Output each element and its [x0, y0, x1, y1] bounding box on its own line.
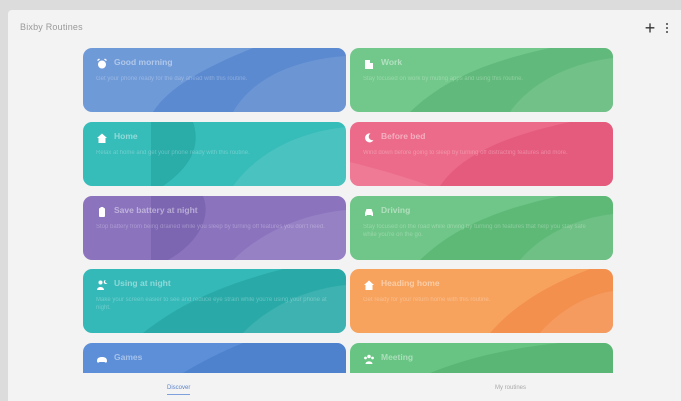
- routine-name: Good morning: [114, 57, 173, 67]
- routine-name: Using at night: [114, 278, 171, 288]
- group-icon: [364, 354, 374, 364]
- moon-icon: [365, 133, 374, 143]
- home-icon: [364, 280, 374, 290]
- routine-card-home[interactable]: Home Relax at home and get your phone re…: [83, 122, 346, 186]
- routine-description: Relax at home and get your phone ready w…: [96, 150, 250, 156]
- routine-name: Work: [381, 57, 403, 67]
- routine-card-driving[interactable]: Driving Stay focused on the road while d…: [350, 196, 613, 260]
- routine-card-using-at-night[interactable]: Using at night Make your screen easier t…: [83, 269, 346, 333]
- car-icon: [365, 209, 373, 216]
- routine-name: Driving: [381, 205, 411, 215]
- routine-description: Stop battery from being drained while yo…: [96, 224, 325, 230]
- page-title: Bixby Routines: [20, 22, 83, 32]
- routine-name: Meeting: [381, 352, 414, 362]
- routine-card-good-morning[interactable]: Good morning Get your phone ready for th…: [83, 48, 346, 112]
- routine-card-heading-home[interactable]: Heading home Get ready for your return h…: [350, 269, 613, 333]
- routine-description: Get your phone ready for the day ahead w…: [96, 76, 248, 82]
- routine-name: Save battery at night: [114, 205, 198, 215]
- routine-name: Home: [114, 131, 138, 141]
- more-vertical-icon: [666, 23, 668, 33]
- tab-my-routines[interactable]: My routines: [495, 385, 526, 391]
- routine-name: Games: [114, 352, 143, 362]
- person-night-icon: [97, 279, 108, 290]
- gamepad-icon: [97, 357, 107, 363]
- routine-card-work[interactable]: Work Stay focused on work by muting apps…: [350, 48, 613, 112]
- routine-description: Stay focused on work by muting apps and …: [363, 76, 524, 82]
- routine-card-before-bed[interactable]: Before bed Wind down before going to sle…: [350, 122, 613, 186]
- routine-name: Before bed: [381, 131, 426, 141]
- routine-card-save-battery-at-night[interactable]: Save battery at night Stop battery from …: [83, 196, 346, 260]
- routine-card-games[interactable]: Games: [83, 343, 346, 373]
- home-icon: [97, 133, 107, 143]
- routine-description: Make your screen easier to see and reduc…: [96, 297, 327, 311]
- building-icon: [365, 60, 373, 69]
- routine-card-meeting[interactable]: Meeting: [350, 343, 613, 373]
- routine-description: Stay focused on the road while driving b…: [363, 224, 586, 238]
- routine-description: Get ready for your return home with this…: [363, 297, 491, 303]
- more-options-button[interactable]: [662, 18, 672, 38]
- routine-name: Heading home: [381, 278, 440, 288]
- add-routine-button[interactable]: +: [642, 18, 658, 38]
- alarm-clock-icon: [97, 58, 107, 69]
- tab-discover-label: Discover: [167, 385, 191, 391]
- routine-description: Wind down before going to sleep by turni…: [363, 150, 568, 156]
- routines-screen: Bixby Routines + Good morning Get your p…: [8, 10, 681, 401]
- tab-selected-indicator: [167, 394, 191, 395]
- bottom-tab-bar: Discover My routines: [8, 381, 681, 401]
- tab-discover[interactable]: Discover: [167, 385, 191, 395]
- battery-icon: [99, 207, 105, 217]
